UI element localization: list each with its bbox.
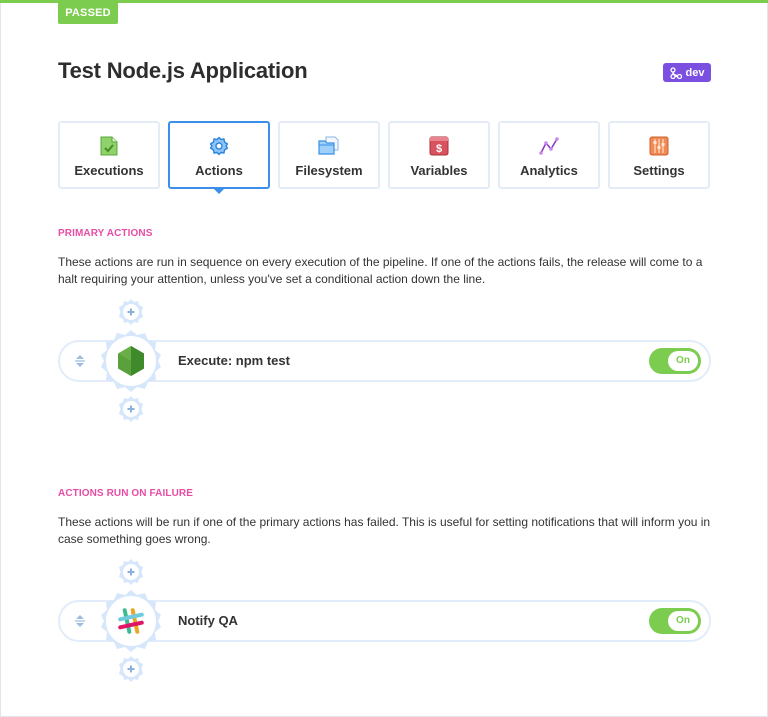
toggle-label: On — [668, 611, 698, 631]
tab-label: Filesystem — [295, 163, 363, 178]
tab-label: Analytics — [520, 163, 578, 178]
document-check-icon — [98, 135, 120, 157]
line-chart-icon — [538, 135, 560, 157]
tab-variables[interactable]: $ Variables — [388, 121, 490, 189]
tab-label: Executions — [74, 163, 144, 178]
primary-actions-description: These actions are run in sequence on eve… — [58, 255, 703, 286]
action-icon-gear — [101, 590, 161, 652]
page-title: Test Node.js Application — [58, 58, 308, 83]
environment-label: dev — [685, 66, 705, 79]
tab-settings[interactable]: Settings — [608, 121, 710, 189]
failure-actions-heading: ACTIONS RUN ON FAILURE — [58, 488, 193, 499]
svg-text:$: $ — [436, 143, 442, 155]
action-toggle[interactable]: On — [649, 348, 701, 374]
tab-label: Actions — [195, 163, 243, 178]
tab-analytics[interactable]: Analytics — [498, 121, 600, 189]
gear-plus-icon — [119, 559, 143, 585]
failure-actions-description: These actions will be run if one of the … — [58, 515, 711, 546]
tab-label: Variables — [410, 163, 468, 178]
add-failure-action-after-button[interactable] — [117, 655, 145, 683]
add-failure-action-before-button[interactable] — [117, 558, 145, 586]
tab-label: Settings — [633, 163, 685, 178]
add-action-after-button[interactable] — [117, 395, 145, 423]
environment-badge[interactable]: dev — [663, 63, 711, 82]
folder-icon — [318, 135, 340, 157]
gear-plus-icon — [119, 656, 143, 682]
action-name: Execute: npm test — [178, 353, 290, 368]
section-tabs: Executions Actions Filesystem $ Variable… — [58, 121, 710, 194]
sliders-icon — [648, 135, 670, 157]
toggle-label: On — [668, 351, 698, 371]
gear-icon — [208, 135, 230, 157]
drag-handle-icon[interactable] — [73, 611, 87, 631]
gear-plus-icon — [119, 396, 143, 422]
branch-icon — [669, 66, 682, 79]
gear-plus-icon — [119, 299, 143, 325]
action-name: Notify QA — [178, 613, 238, 628]
drag-handle-icon[interactable] — [73, 351, 87, 371]
action-icon-gear — [101, 330, 161, 392]
action-toggle[interactable]: On — [649, 608, 701, 634]
dollar-icon: $ — [428, 135, 450, 157]
tab-actions[interactable]: Actions — [168, 121, 270, 194]
primary-actions-heading: PRIMARY ACTIONS — [58, 228, 153, 239]
tab-executions[interactable]: Executions — [58, 121, 160, 189]
tab-filesystem[interactable]: Filesystem — [278, 121, 380, 189]
add-action-before-button[interactable] — [117, 298, 145, 326]
status-badge: PASSED — [58, 0, 118, 24]
